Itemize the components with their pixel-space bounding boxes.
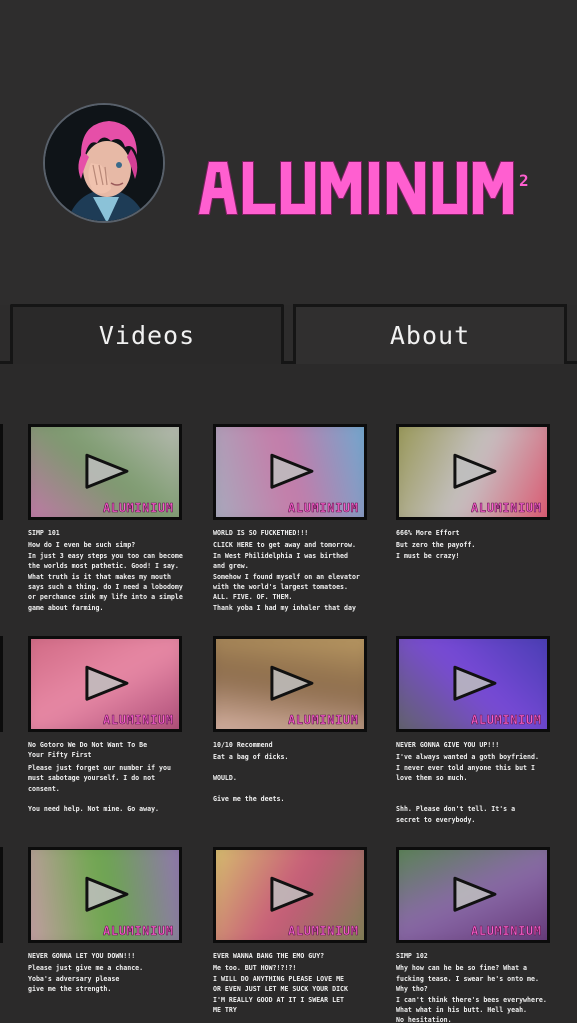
video-thumbnail[interactable]: ALUMINIUM [213, 847, 367, 943]
avatar-illustration [45, 105, 163, 221]
watermark-text: ALUMINIUM [471, 501, 541, 515]
tab-videos[interactable]: Videos [10, 304, 284, 364]
offscreen-card-edge [0, 424, 3, 520]
aluminium-logo: 2 [197, 161, 529, 215]
watermark-text: ALUMINIUM [288, 924, 358, 938]
video-thumbnail[interactable]: ALUMINIUM [213, 636, 367, 732]
video-caption: 666% More Effort But zero the payoff. I m… [396, 528, 552, 561]
watermark-text: ALUMINIUM [471, 924, 541, 938]
video-title: 666% More Effort [396, 529, 460, 537]
video-grid: ALUMINIUM SIMP 101 How do I even be such s… [0, 364, 577, 1023]
video-title: SIMP 101 [28, 529, 60, 537]
video-caption: EVER WANNA BANG THE EMO GUY? Me too. BUT … [213, 951, 369, 1015]
video-card[interactable]: ALUMINIUM WORLD IS SO FUCKETHED!!! CLICK H… [213, 424, 369, 613]
video-card[interactable]: ALUMINIUM NEVER GONNA GIVE YOU UP!!! I've … [396, 636, 552, 825]
tab-about-label: About [389, 321, 471, 350]
play-icon[interactable] [83, 664, 131, 702]
play-icon[interactable] [268, 664, 316, 702]
video-caption: 10/10 Recommend Eat a bag of dicks. WOULD… [213, 740, 369, 804]
video-caption: No Gotoro We Do Not Want To Be Your Fift… [28, 740, 184, 815]
watermark-logo: ALUMINIUM [471, 924, 541, 939]
video-card[interactable]: ALUMINIUM No Gotoro We Do Not Want To Be … [28, 636, 184, 815]
video-card[interactable]: ALUMINIUM NEVER GONNA LET YOU DOWN!!! Plea… [28, 847, 184, 995]
video-description: Why how can he be so fine? What a fuckin… [396, 964, 547, 1023]
watermark-text: ALUMINIUM [288, 713, 358, 727]
video-caption: SIMP 102 Why how can he be so fine? What … [396, 951, 552, 1023]
video-title: NEVER GONNA LET YOU DOWN!!! [28, 952, 136, 960]
watermark-text: ALUMINIUM [103, 501, 173, 515]
watermark-logo: ALUMINIUM [288, 713, 358, 728]
video-description: Please just forget our number if you mus… [28, 763, 171, 814]
video-card[interactable]: ALUMINIUM 666% More Effort But zero the pa… [396, 424, 552, 561]
watermark-logo: ALUMINIUM [103, 501, 173, 516]
video-title: EVER WANNA BANG THE EMO GUY? [213, 952, 325, 960]
play-icon[interactable] [451, 875, 499, 913]
video-title: NEVER GONNA GIVE YOU UP!!! [396, 741, 500, 749]
video-thumbnail[interactable]: ALUMINIUM [28, 847, 182, 943]
play-icon[interactable] [451, 452, 499, 490]
offscreen-card-edge [0, 847, 3, 943]
tab-videos-label: Videos [98, 321, 196, 350]
video-description: How do I even be such simp? In just 3 ea… [28, 541, 183, 612]
video-caption: SIMP 101 How do I even be such simp? In j… [28, 528, 184, 613]
video-thumbnail[interactable]: ALUMINIUM [28, 636, 182, 732]
watermark-logo: ALUMINIUM [103, 713, 173, 728]
watermark-text: ALUMINIUM [471, 713, 541, 727]
logo-superscript: 2 [519, 171, 529, 190]
video-description: CLICK HERE to get away and tomorrow. In … [213, 541, 360, 612]
video-description: Me too. BUT HOW?!?!?! I WILL DO ANYTHING… [213, 964, 348, 1015]
play-icon[interactable] [83, 875, 131, 913]
video-title: SIMP 102 [396, 952, 428, 960]
video-thumbnail[interactable]: ALUMINIUM [396, 424, 550, 520]
video-card[interactable]: ALUMINIUM EVER WANNA BANG THE EMO GUY? Me … [213, 847, 369, 1015]
watermark-text: ALUMINIUM [103, 924, 173, 938]
video-description: Eat a bag of dicks. WOULD. Give me the d… [213, 753, 289, 804]
video-description: But zero the payoff. I must be crazy! [396, 541, 476, 560]
video-card[interactable]: ALUMINIUM SIMP 101 How do I even be such s… [28, 424, 184, 613]
play-icon[interactable] [83, 452, 131, 490]
video-caption: NEVER GONNA GIVE YOU UP!!! I've always wa… [396, 740, 552, 825]
watermark-logo: ALUMINIUM [471, 501, 541, 516]
tab-about[interactable]: About [293, 304, 567, 364]
video-thumbnail[interactable]: ALUMINIUM [213, 424, 367, 520]
play-icon[interactable] [268, 875, 316, 913]
video-title: WORLD IS SO FUCKETHED!!! [213, 529, 309, 537]
video-thumbnail[interactable]: ALUMINIUM [396, 636, 550, 732]
video-title: No Gotoro We Do Not Want To Be Your Fift… [28, 741, 148, 760]
watermark-logo: ALUMINIUM [471, 713, 541, 728]
offscreen-card-edge [0, 636, 3, 732]
video-card[interactable]: ALUMINIUM SIMP 102 Why how can he be so fi… [396, 847, 552, 1023]
avatar[interactable] [43, 103, 165, 223]
watermark-text: ALUMINIUM [103, 713, 173, 727]
play-icon[interactable] [451, 664, 499, 702]
play-icon[interactable] [268, 452, 316, 490]
header: 2 [0, 0, 577, 305]
video-thumbnail[interactable]: ALUMINIUM [28, 424, 182, 520]
watermark-logo: ALUMINIUM [288, 924, 358, 939]
video-description: Please just give me a chance. Yoba's adv… [28, 964, 144, 994]
video-title: 10/10 Recommend [213, 741, 273, 749]
video-card[interactable]: ALUMINIUM 10/10 Recommend Eat a bag of dic… [213, 636, 369, 804]
watermark-logo: ALUMINIUM [103, 924, 173, 939]
video-caption: WORLD IS SO FUCKETHED!!! CLICK HERE to ge… [213, 528, 369, 613]
watermark-logo: ALUMINIUM [288, 501, 358, 516]
video-thumbnail[interactable]: ALUMINIUM [396, 847, 550, 943]
watermark-text: ALUMINIUM [288, 501, 358, 515]
video-caption: NEVER GONNA LET YOU DOWN!!! Please just g… [28, 951, 184, 995]
video-description: I've always wanted a goth boyfriend. I n… [396, 753, 539, 824]
